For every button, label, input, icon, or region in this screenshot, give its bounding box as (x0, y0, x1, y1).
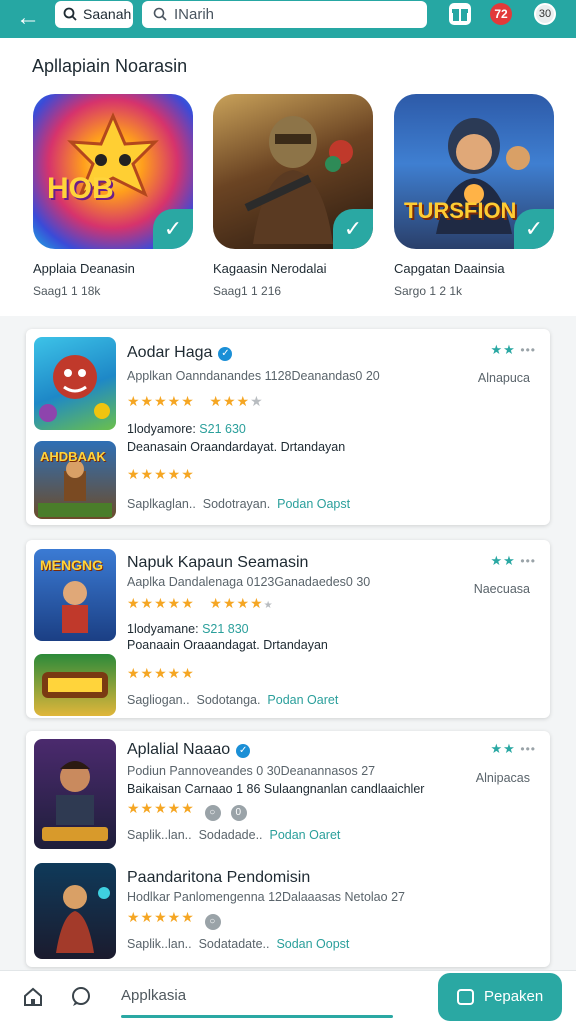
app-list-card[interactable]: Aplalial Naaao ✓ ★★ ••• Podiun Pannoveand… (26, 731, 550, 967)
featured-app-card[interactable]: HOB ✓ Applaia Deanasin Saag1 1 18k (33, 94, 193, 298)
app-name: Kagaasin Nerodalai (213, 261, 327, 276)
card-link[interactable]: Sodan Oopst (276, 937, 349, 951)
app-list-card[interactable]: MENGNG Napuk Kapaun Seamasin ★★ ••• Aapl… (26, 540, 550, 718)
app-thumbnail[interactable] (34, 337, 116, 430)
rating-mini: ★★ ••• (490, 741, 536, 756)
rating-stars: ★★★★★ ★★★★★ (127, 595, 274, 611)
monster-art-icon (39, 355, 110, 422)
app-logo-text: HOB (47, 172, 114, 205)
app-subdescription: Poanaain Oraaandagat. Drtandayan (127, 638, 328, 652)
app-icon[interactable]: ✓ (213, 94, 373, 249)
info-icon: ○ (204, 805, 221, 821)
game-art-icon (42, 672, 108, 698)
app-meta-line: 1lodyamore: S21 630 (127, 422, 246, 436)
rating-stars: ★★★★★ (127, 665, 195, 681)
app-meta: Saag1 1 18k (33, 284, 101, 298)
rating-mini: ★★ ••• (490, 342, 536, 357)
card-footer: Saplik..lan.. Sodadade.. Podan Oaret (127, 828, 341, 842)
app-description: Applkan Oanndanandes 1128Deanandas0 20 (127, 369, 380, 383)
info-icon: ○ (204, 914, 221, 930)
back-arrow-icon[interactable]: ← (14, 5, 42, 33)
home-icon[interactable] (22, 986, 44, 1008)
installed-check-icon: ✓ (514, 209, 554, 249)
app-icon[interactable]: TURSFION ✓ (394, 94, 554, 249)
featured-app-card[interactable]: ✓ Kagaasin Nerodalai Saag1 1 216 (213, 94, 373, 298)
featured-app-card[interactable]: TURSFION ✓ Capgatan Daainsia Sargo 1 2 1… (394, 94, 554, 298)
input-underline (121, 1015, 393, 1018)
search-chip[interactable]: Saanah (55, 1, 133, 28)
more-options-icon[interactable]: ••• (520, 554, 536, 568)
card-footer: Sagliogan.. Sodotanga. Podan Oaret (127, 693, 339, 707)
app-subdescription: Deanasain Oraandardayat. Drtandayan (127, 440, 346, 454)
app-description: Aaplka Dandalenaga 0123Ganadaedes0 30 (127, 575, 371, 589)
app-logo-text: MENGNG (40, 557, 103, 573)
app-thumbnail[interactable]: MENGNG (34, 549, 116, 641)
app-meta: Saag1 1 216 (213, 284, 282, 298)
app-thumbnail[interactable] (34, 739, 116, 849)
avatar[interactable]: 30 (534, 3, 556, 25)
message-icon (457, 989, 474, 1005)
installed-check-icon: ✓ (153, 209, 193, 249)
card-link[interactable]: Podan Oaret (267, 693, 338, 707)
app-category: Alnipacas (475, 771, 530, 785)
primary-action-button[interactable]: Pepaken (438, 973, 562, 1021)
app-description: Hodlkar Panlomengenna 12Dalaaasas Netola… (127, 890, 405, 904)
verified-icon: ✓ (236, 744, 251, 758)
rating-stars: ★★★★★ ○ (127, 909, 221, 930)
app-subdescription: Baikaisan Carnaao 1 86 Sulaangnanlan can… (127, 782, 425, 796)
app-icon[interactable]: HOB ✓ (33, 94, 193, 249)
rating-stars: ★★★★★ (127, 466, 195, 482)
card-link[interactable]: Podan Oapst (277, 497, 350, 511)
app-description: Podiun Pannoveandes 0 30Deanannasos 27 (127, 764, 376, 778)
search-input[interactable]: INarih (142, 1, 427, 28)
app-list-card[interactable]: AHDBAAK Aodar Haga ✓ ★★ ••• Applkan Oannd… (26, 329, 550, 525)
rating-mini: ★★ ••• (490, 553, 536, 568)
card-link[interactable]: Podan Oaret (269, 828, 340, 842)
app-category: Naecuasa (473, 582, 530, 596)
more-options-icon[interactable]: ••• (520, 742, 536, 756)
search-icon (153, 7, 167, 21)
character-art-icon (42, 761, 108, 841)
chat-icon[interactable] (70, 986, 92, 1008)
search-input-value: INarih (174, 6, 215, 23)
bottom-bar: Applkasia Pepaken (0, 970, 576, 1024)
installed-check-icon: ✓ (333, 209, 373, 249)
app-title: Napuk Kapaun Seamasin (127, 554, 309, 571)
app-title: Aodar Haga ✓ (127, 344, 233, 362)
app-thumbnail[interactable]: AHDBAAK (34, 441, 116, 519)
app-name: Capgatan Daainsia (394, 261, 505, 276)
gift-icon[interactable] (449, 3, 471, 25)
bottom-input[interactable]: Applkasia (121, 987, 186, 1004)
app-meta-line: 1lodyamane: S21 830 (127, 622, 249, 636)
app-thumbnail[interactable] (34, 654, 116, 716)
app-logo-text: TURSFION (404, 198, 517, 223)
app-title: Aplalial Naaao ✓ (127, 741, 251, 759)
warrior-art-icon (56, 885, 110, 953)
app-thumbnail[interactable] (34, 863, 116, 959)
featured-section: Apllapiain Noarasin HOB ✓ Applaia Deanas… (0, 38, 576, 316)
app-title: Paandaritona Pendomisin (127, 869, 311, 886)
app-meta: Sargo 1 2 1k (394, 284, 463, 298)
app-category: Alnapuca (477, 371, 530, 385)
more-options-icon[interactable]: ••• (520, 343, 536, 357)
search-icon (63, 7, 77, 21)
top-app-bar: ← Saanah INarih 72 30 (0, 0, 576, 38)
app-logo-text: AHDBAAK (40, 449, 106, 464)
section-title: Apllapiain Noarasin (32, 56, 188, 76)
card-footer: Saplik..lan.. Sodatadate.. Sodan Oopst (127, 937, 350, 951)
verified-icon: ✓ (218, 347, 233, 361)
search-chip-label: Saanah (83, 6, 132, 22)
info-icon: 0 (230, 805, 247, 821)
rating-stars: ★★★★★ ★★★★ (127, 393, 264, 409)
notification-badge[interactable]: 72 (490, 3, 512, 25)
rating-stars: ★★★★★ ○ 0 (127, 800, 247, 821)
card-footer: Saplkaglan.. Sodotrayan. Podan Oapst (127, 497, 351, 511)
app-name: Applaia Deanasin (33, 261, 135, 276)
